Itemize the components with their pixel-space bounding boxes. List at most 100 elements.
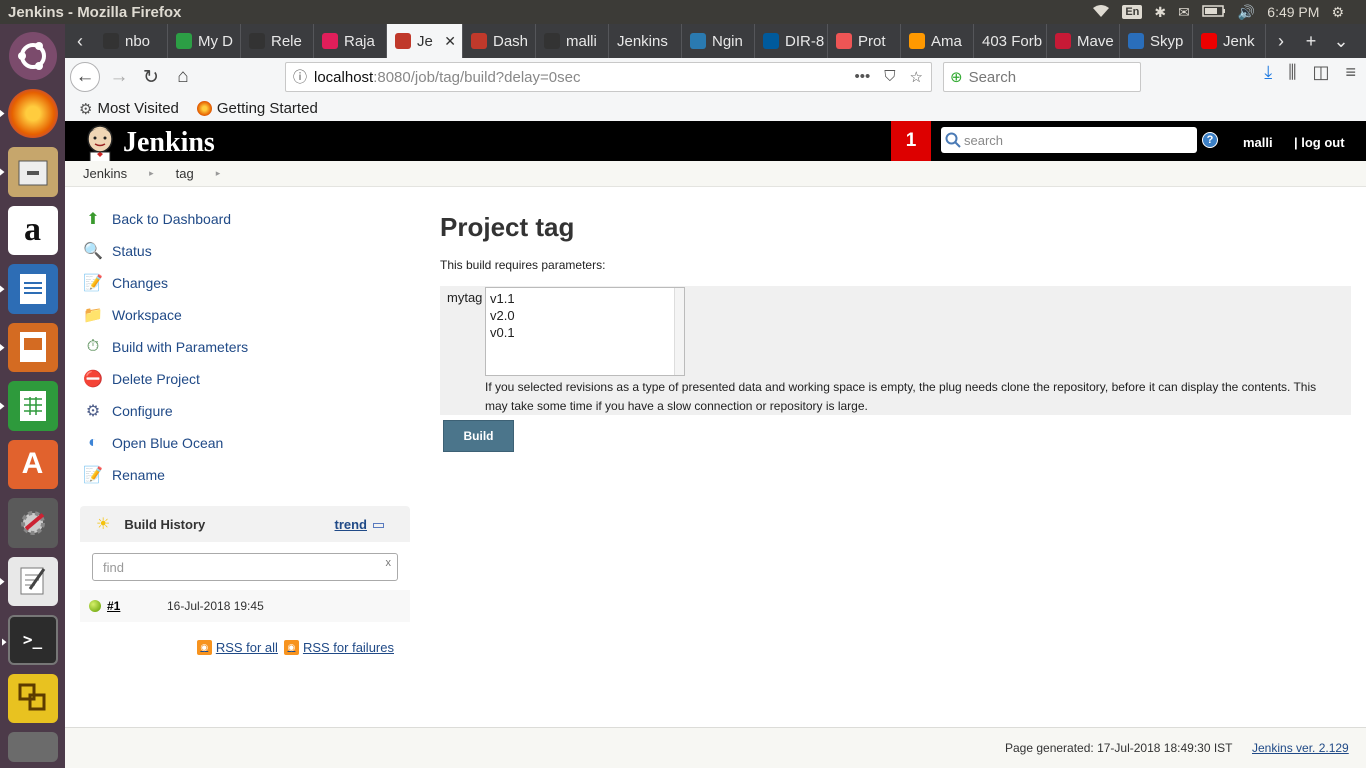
wifi-icon[interactable] — [1092, 4, 1110, 21]
new-tab-icon[interactable]: + — [1296, 24, 1326, 58]
rss-failures-link[interactable]: ◉ RSS for failures — [283, 640, 394, 655]
libreoffice-impress-icon[interactable] — [0, 322, 58, 373]
power-gear-icon[interactable]: ⚙ — [1331, 4, 1344, 21]
keyboard-layout-indicator[interactable]: En — [1122, 5, 1143, 19]
jenkins-search-input[interactable]: search — [941, 127, 1197, 153]
task-status[interactable]: 🔍 Status — [82, 235, 402, 267]
back-icon[interactable]: ← — [70, 62, 100, 92]
task-configure[interactable]: ⚙ Configure — [82, 395, 402, 427]
task-delete-project[interactable]: ⛔ Delete Project — [82, 363, 402, 395]
rss-all-link[interactable]: ◉ RSS for all — [196, 640, 278, 655]
help-icon[interactable]: ? — [1202, 132, 1218, 148]
find-placeholder: find — [103, 560, 124, 575]
param-option[interactable]: v0.1 — [490, 324, 680, 341]
breadcrumb-tag[interactable]: tag — [176, 166, 194, 181]
tab-7[interactable]: Jenkins — [609, 24, 682, 58]
tab-5[interactable]: Dash — [463, 24, 536, 58]
vmware-icon[interactable] — [7, 673, 58, 724]
task-changes[interactable]: 📝 Changes — [82, 267, 402, 299]
tab-15[interactable]: Jenk — [1193, 24, 1266, 58]
downloads-icon[interactable]: ⤓ — [1264, 62, 1272, 83]
gear-icon: ⚙ — [79, 100, 93, 118]
list-scrollbar[interactable] — [674, 288, 684, 375]
tabs-scroll-left-icon[interactable]: ‹ — [65, 24, 95, 58]
tab-0[interactable]: nbo — [95, 24, 168, 58]
tab-2[interactable]: Rele — [241, 24, 314, 58]
bookmark-most-visited[interactable]: ⚙ Most Visited — [79, 100, 179, 118]
files-icon[interactable] — [0, 147, 58, 197]
collapse-minus-icon[interactable] — [373, 522, 384, 528]
task-workspace[interactable]: 📁 Workspace — [82, 299, 402, 331]
tab-1[interactable]: My D — [168, 24, 241, 58]
task-open-blue-ocean[interactable]: ◐ Open Blue Ocean — [82, 427, 402, 459]
bluetooth-icon[interactable]: ✱ — [1154, 4, 1166, 21]
battery-icon[interactable] — [1202, 4, 1226, 20]
sidebar-icon[interactable]: ◫ — [1312, 62, 1329, 83]
bookmark-getting-started[interactable]: Getting Started — [196, 100, 318, 117]
tab-12[interactable]: 403 Forb — [974, 24, 1047, 58]
logout-link[interactable]: | log out — [1294, 135, 1345, 150]
tab-14[interactable]: Skyp — [1120, 24, 1193, 58]
amazon-icon[interactable]: a — [7, 205, 58, 256]
tab-label: Rele — [271, 32, 302, 50]
rss-all-label: RSS for all — [215, 640, 278, 655]
volume-icon[interactable]: 🔊 — [1238, 4, 1255, 21]
param-select-list[interactable]: v1.1 v2.0 v0.1 — [485, 287, 685, 376]
libreoffice-calc-icon[interactable] — [0, 381, 58, 431]
tab-8[interactable]: Ngin — [682, 24, 755, 58]
task-back-to-dashboard[interactable]: ⬆ Back to Dashboard — [82, 203, 402, 235]
tab-3[interactable]: Raja — [314, 24, 387, 58]
param-option[interactable]: v1.1 — [490, 290, 680, 307]
site-info-icon[interactable]: ⓘ — [286, 67, 314, 87]
build-find-input[interactable]: find x — [92, 553, 398, 581]
bookmark-star-icon[interactable]: ☆ — [910, 68, 923, 86]
text-editor-icon[interactable] — [0, 556, 58, 607]
tab-list-icon[interactable]: ⌄ — [1326, 24, 1356, 58]
forward-icon[interactable]: → — [104, 62, 134, 92]
tab-label: Jenk — [1223, 32, 1255, 50]
breadcrumb-chevron-icon[interactable]: ▸ — [149, 168, 154, 179]
user-link[interactable]: malli — [1243, 135, 1273, 150]
terminal-icon[interactable]: >_ — [1, 615, 58, 665]
home-icon[interactable]: ⌂ — [168, 62, 198, 92]
library-icon[interactable]: ⫼ — [1288, 62, 1296, 83]
param-option[interactable]: v2.0 — [490, 307, 680, 324]
breadcrumb-jenkins[interactable]: Jenkins — [83, 166, 127, 181]
tab-9[interactable]: DIR-8 — [755, 24, 828, 58]
url-bar[interactable]: ⓘ localhost:8080/job/tag/build?delay=0se… — [285, 62, 932, 92]
tab-6[interactable]: malli — [536, 24, 609, 58]
breadcrumb-chevron-icon[interactable]: ▸ — [216, 168, 221, 179]
close-tab-icon[interactable]: ✕ — [444, 33, 456, 50]
mail-icon[interactable]: ✉ — [1178, 4, 1190, 21]
jenkins-logo[interactable]: Jenkins — [83, 124, 215, 162]
firefox-icon[interactable] — [0, 88, 58, 139]
libreoffice-writer-icon[interactable] — [0, 264, 58, 314]
build-number-link[interactable]: #1 — [107, 599, 167, 613]
browser-search-placeholder: Search — [968, 68, 1017, 86]
software-center-icon[interactable]: A — [7, 439, 58, 490]
clear-find-icon[interactable]: x — [386, 557, 392, 569]
tab-11[interactable]: Ama — [901, 24, 974, 58]
clock-icon: ⏱ — [86, 338, 100, 355]
jenkins-version-link[interactable]: Jenkins ver. 2.129 — [1252, 741, 1349, 755]
tab-10[interactable]: Prot — [828, 24, 901, 58]
clock[interactable]: 6:49 PM — [1267, 4, 1319, 20]
tab-13[interactable]: Mave — [1047, 24, 1120, 58]
trash-icon[interactable] — [7, 732, 58, 762]
rss-icon: ◉ — [283, 640, 299, 655]
task-rename[interactable]: 📝 Rename — [82, 459, 402, 491]
tabs-scroll-right-icon[interactable]: › — [1266, 24, 1296, 58]
build-button[interactable]: Build — [443, 420, 514, 452]
pocket-icon[interactable]: ⛉ — [884, 68, 895, 86]
notification-badge[interactable]: 1 — [891, 121, 931, 161]
task-build-with-parameters[interactable]: ⏱ Build with Parameters — [82, 331, 402, 363]
reload-icon[interactable]: ↻ — [136, 62, 166, 92]
trend-link[interactable]: trend — [335, 517, 384, 532]
tab-4[interactable]: Je ✕ — [387, 24, 463, 58]
ubuntu-dash-icon[interactable] — [8, 32, 57, 80]
menu-icon[interactable]: ≡ — [1345, 62, 1356, 83]
r-icon — [690, 33, 706, 49]
system-settings-icon[interactable] — [7, 498, 58, 548]
page-actions-icon[interactable]: ••• — [855, 68, 871, 86]
browser-search-input[interactable]: ⊕ Search — [943, 62, 1141, 92]
